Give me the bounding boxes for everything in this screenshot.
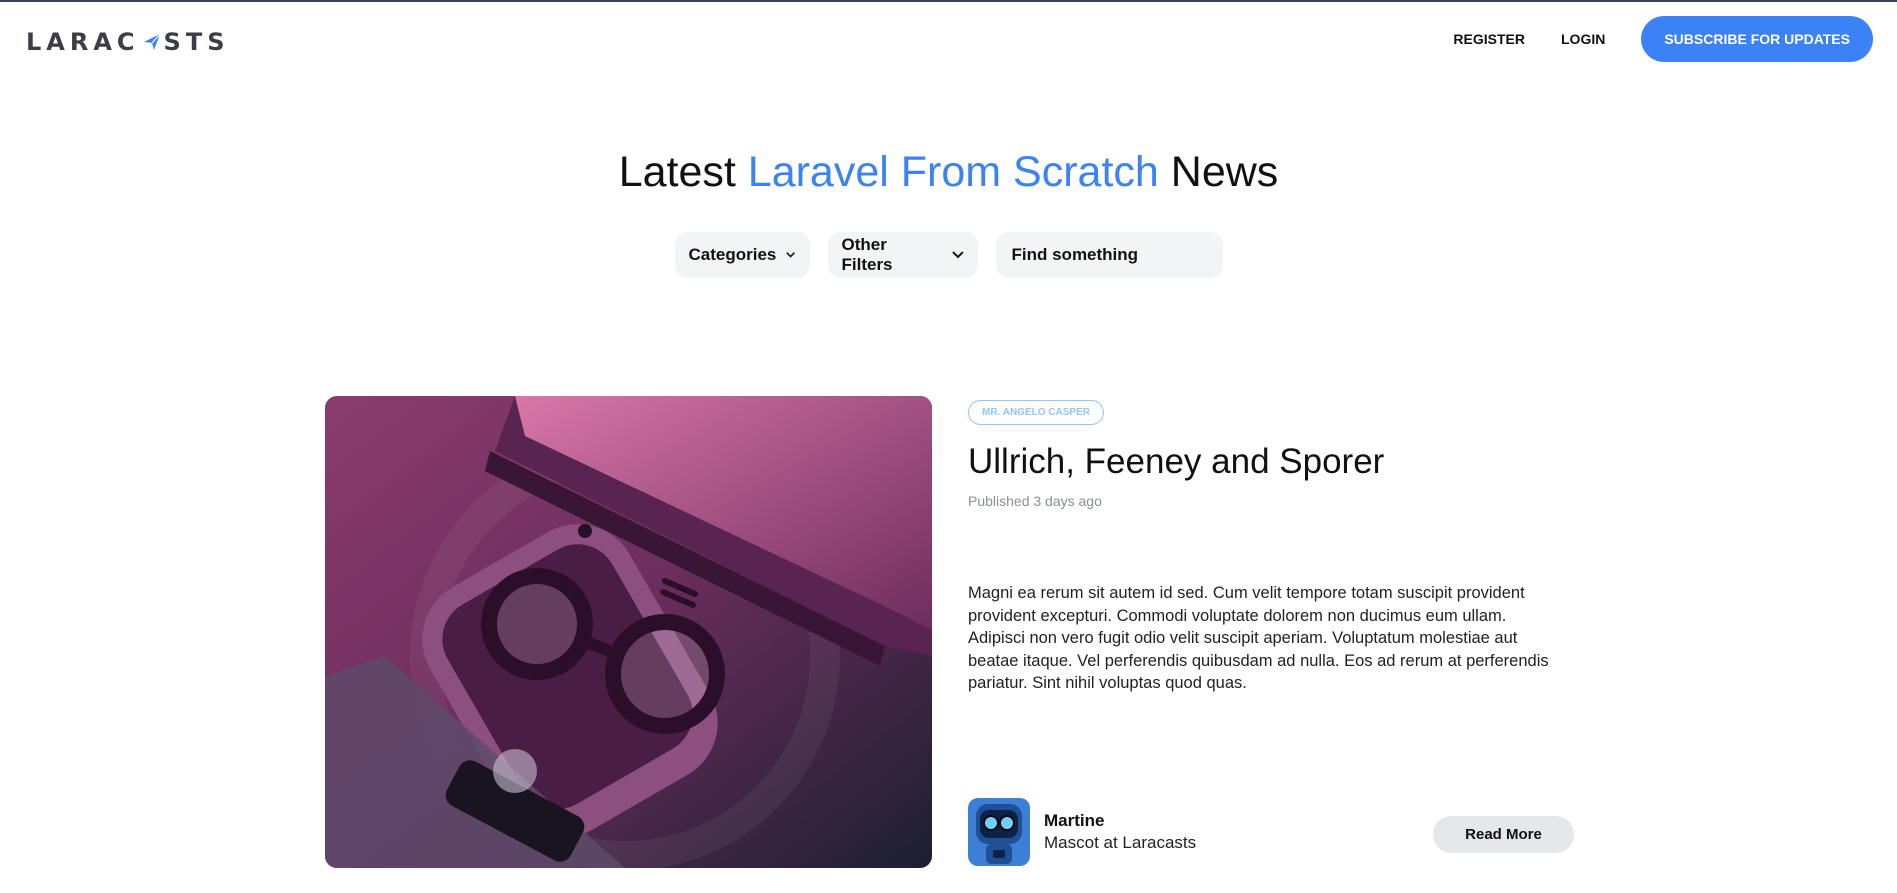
other-filters-dropdown[interactable]: Other Filters — [827, 232, 978, 278]
post-info: MR. ANGELO CASPER Ullrich, Feeney and Sp… — [968, 396, 1574, 868]
mascot-avatar-icon — [968, 798, 1030, 866]
categories-dropdown[interactable]: Categories — [674, 232, 810, 278]
login-link[interactable]: LOGIN — [1561, 31, 1605, 47]
logo-text: LARAC — [26, 28, 140, 56]
post-title[interactable]: Ullrich, Feeney and Sporer — [968, 442, 1384, 482]
laracasts-logo[interactable]: LARAC STS — [26, 28, 230, 56]
search-input[interactable] — [1009, 244, 1209, 266]
author-text: Martine Mascot at Laracasts — [1044, 811, 1196, 853]
page-title: Latest Laravel From Scratch News — [0, 148, 1897, 197]
register-link[interactable]: REGISTER — [1453, 31, 1525, 47]
subscribe-button[interactable]: SUBSCRIBE FOR UPDATES — [1641, 16, 1873, 62]
post-thumbnail[interactable] — [325, 396, 932, 868]
search-field[interactable] — [995, 232, 1223, 278]
title-prefix: Latest — [618, 148, 736, 196]
logo-plane-icon — [143, 33, 160, 50]
author-role: Mascot at Laracasts — [1044, 833, 1197, 852]
title-suffix: News — [1170, 148, 1279, 196]
post-excerpt: Magni ea rerum sit autem id sed. Cum vel… — [968, 584, 1549, 692]
avatar — [968, 798, 1030, 866]
published-date: Published 3 days ago — [968, 493, 1102, 509]
read-more-button[interactable]: Read More — [1433, 816, 1574, 853]
thumbnail-illustration — [325, 396, 932, 868]
featured-post: MR. ANGELO CASPER Ullrich, Feeney and Sp… — [325, 396, 1575, 868]
logo-text-end: STS — [163, 28, 230, 56]
author-name: Martine — [1044, 811, 1105, 830]
author-block: Martine Mascot at Laracasts — [968, 798, 1196, 866]
chevron-down-icon — [951, 251, 964, 259]
filter-bar: Categories Other Filters — [0, 232, 1897, 278]
nav-links: REGISTER LOGIN SUBSCRIBE FOR UPDATES — [1453, 16, 1873, 62]
top-nav: LARAC STS REGISTER LOGIN SUBSCRIBE FOR UP… — [0, 2, 1897, 78]
chevron-down-icon — [786, 252, 796, 258]
other-filters-label: Other Filters — [841, 235, 893, 274]
title-accent: Laravel From Scratch — [747, 148, 1159, 196]
categories-label: Categories — [688, 245, 777, 264]
category-badge[interactable]: MR. ANGELO CASPER — [968, 400, 1104, 425]
